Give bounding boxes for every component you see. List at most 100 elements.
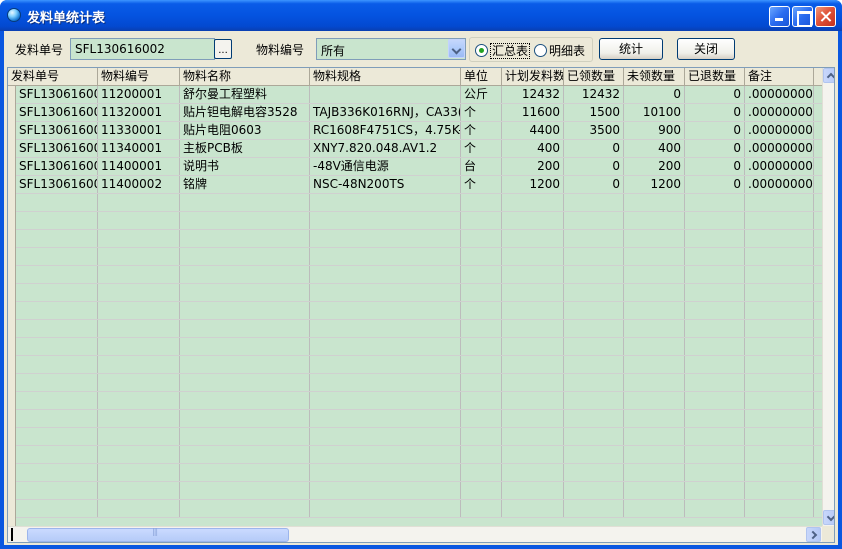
table-cell xyxy=(461,410,502,427)
table-row[interactable] xyxy=(16,230,822,248)
table-row[interactable] xyxy=(16,320,822,338)
table-row[interactable] xyxy=(16,464,822,482)
table-row[interactable] xyxy=(16,266,822,284)
table-row[interactable] xyxy=(16,338,822,356)
material-code-select[interactable]: 所有 xyxy=(316,38,466,60)
table-cell xyxy=(310,248,461,265)
table-cell: .00000000 xyxy=(745,176,814,193)
table-cell: 12432 xyxy=(564,86,624,103)
table-row[interactable]: SFL13061600211400002铭牌NSC-48N200TS个12000… xyxy=(16,176,822,194)
close-window-button[interactable] xyxy=(815,6,836,27)
table-cell xyxy=(564,320,624,337)
table-row[interactable] xyxy=(16,302,822,320)
table-cell xyxy=(564,464,624,481)
table-cell xyxy=(564,374,624,391)
column-header[interactable]: 物料规格 xyxy=(310,68,461,86)
maximize-button[interactable] xyxy=(792,6,813,27)
table-cell xyxy=(310,374,461,391)
vertical-scrollbar[interactable] xyxy=(822,68,834,526)
close-button[interactable]: 关闭 xyxy=(677,38,735,60)
table-row[interactable] xyxy=(16,248,822,266)
column-header[interactable]: 物料名称 xyxy=(180,68,310,86)
table-cell: .00000000 xyxy=(745,104,814,121)
table-row[interactable] xyxy=(16,446,822,464)
table-row[interactable] xyxy=(16,212,822,230)
table-row[interactable] xyxy=(16,356,822,374)
scroll-down-icon[interactable] xyxy=(823,510,834,525)
app-globe-icon[interactable] xyxy=(7,8,21,22)
horizontal-scroll-thumb[interactable] xyxy=(27,527,289,542)
horizontal-scrollbar[interactable] xyxy=(8,526,822,542)
table-cell xyxy=(98,338,180,355)
table-cell xyxy=(310,338,461,355)
table-cell: 3500 xyxy=(564,122,624,139)
window-title: 发料单统计表 xyxy=(27,11,106,26)
table-row[interactable] xyxy=(16,194,822,212)
column-header[interactable]: 发料单号 xyxy=(8,68,98,86)
stats-button[interactable]: 统计 xyxy=(599,38,663,60)
table-cell: 1500 xyxy=(564,104,624,121)
table-cell: 1200 xyxy=(624,176,685,193)
column-header[interactable]: 已领数量 xyxy=(564,68,624,86)
table-cell xyxy=(502,500,564,517)
order-number-input[interactable]: SFL130616002 xyxy=(70,38,215,60)
table-cell: 台 xyxy=(461,158,502,175)
table-row[interactable]: SFL13061600211400001说明书-48V通信电源台20002000… xyxy=(16,158,822,176)
column-header[interactable]: 已退数量 xyxy=(685,68,745,86)
table-row[interactable]: SFL13061600211330001贴片电阻0603RC1608F4751C… xyxy=(16,122,822,140)
table-cell xyxy=(16,500,98,517)
table-row[interactable]: SFL13061600211320001贴片钽电解电容3528TAJB336K0… xyxy=(16,104,822,122)
table-row[interactable] xyxy=(16,500,822,518)
table-cell xyxy=(502,284,564,301)
table-cell xyxy=(310,356,461,373)
table-cell: 0 xyxy=(685,140,745,157)
column-header[interactable]: 单位 xyxy=(461,68,502,86)
scroll-right-icon[interactable] xyxy=(806,527,821,542)
detail-radio[interactable]: 明细表 xyxy=(534,42,585,59)
column-header[interactable]: 物料编号 xyxy=(98,68,180,86)
table-cell: 个 xyxy=(461,104,502,121)
table-cell xyxy=(685,266,745,283)
table-cell xyxy=(461,320,502,337)
table-cell xyxy=(745,266,814,283)
table-row[interactable] xyxy=(16,410,822,428)
table-row[interactable]: SFL13061600211340001主板PCB板XNY7.820.048.A… xyxy=(16,140,822,158)
table-cell xyxy=(624,410,685,427)
table-cell xyxy=(98,428,180,445)
column-header[interactable]: 备注 xyxy=(745,68,814,86)
table-cell xyxy=(502,338,564,355)
table-row[interactable] xyxy=(16,482,822,500)
table-row[interactable] xyxy=(16,374,822,392)
table-row[interactable]: SFL13061600211200001舒尔曼工程塑料公斤12432124320… xyxy=(16,86,822,104)
column-header[interactable]: 计划发料数 xyxy=(502,68,564,86)
table-cell xyxy=(461,464,502,481)
table-cell: 200 xyxy=(502,158,564,175)
stats-grid[interactable]: 发料单号 物料编号 物料名称 物料规格 单位 计划发料数 已领数量 未领数量 已退数量 备注 SF… xyxy=(7,67,835,543)
table-cell xyxy=(564,266,624,283)
table-cell xyxy=(310,212,461,229)
table-row[interactable] xyxy=(16,392,822,410)
table-cell xyxy=(16,302,98,319)
table-row[interactable] xyxy=(16,284,822,302)
table-cell xyxy=(745,320,814,337)
table-cell xyxy=(685,338,745,355)
table-cell xyxy=(180,320,310,337)
summary-radio[interactable]: 汇总表 xyxy=(475,42,531,59)
table-cell: 个 xyxy=(461,176,502,193)
table-row[interactable] xyxy=(16,428,822,446)
column-header[interactable]: 未领数量 xyxy=(624,68,685,86)
browse-order-button[interactable]: ... xyxy=(214,39,232,59)
table-cell: SFL130616002 xyxy=(16,140,98,157)
table-cell xyxy=(685,212,745,229)
table-cell xyxy=(16,266,98,283)
scroll-up-icon[interactable] xyxy=(823,68,834,83)
table-cell xyxy=(310,410,461,427)
table-cell xyxy=(624,500,685,517)
minimize-button[interactable] xyxy=(769,6,790,27)
table-cell xyxy=(624,194,685,211)
chevron-down-icon[interactable] xyxy=(448,39,465,58)
title-bar[interactable]: 发料单统计表 xyxy=(0,0,842,31)
table-cell xyxy=(98,212,180,229)
material-code-label: 物料编号 xyxy=(256,43,305,57)
table-cell xyxy=(502,392,564,409)
